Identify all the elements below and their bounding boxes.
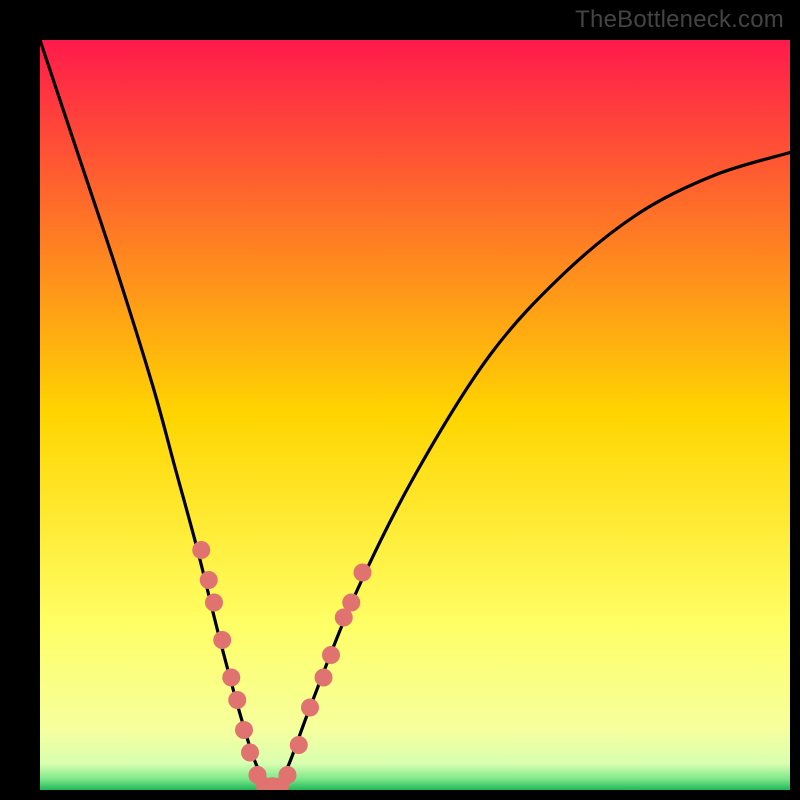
marker-point [279, 766, 297, 784]
marker-point [213, 631, 231, 649]
marker-point [241, 744, 259, 762]
marker-point [301, 699, 319, 717]
marker-point [290, 736, 308, 754]
marker-point [205, 594, 223, 612]
chart-frame: TheBottleneck.com [0, 0, 800, 800]
bottleneck-chart [40, 40, 790, 790]
marker-point [235, 721, 253, 739]
marker-point [228, 691, 246, 709]
marker-point [200, 571, 218, 589]
plot-area [40, 40, 790, 790]
marker-point [354, 564, 372, 582]
marker-point [342, 594, 360, 612]
marker-point [222, 669, 240, 687]
marker-point [322, 646, 340, 664]
watermark-text: TheBottleneck.com [575, 6, 784, 34]
gradient-background [40, 40, 790, 790]
marker-point [315, 669, 333, 687]
marker-point [192, 541, 210, 559]
